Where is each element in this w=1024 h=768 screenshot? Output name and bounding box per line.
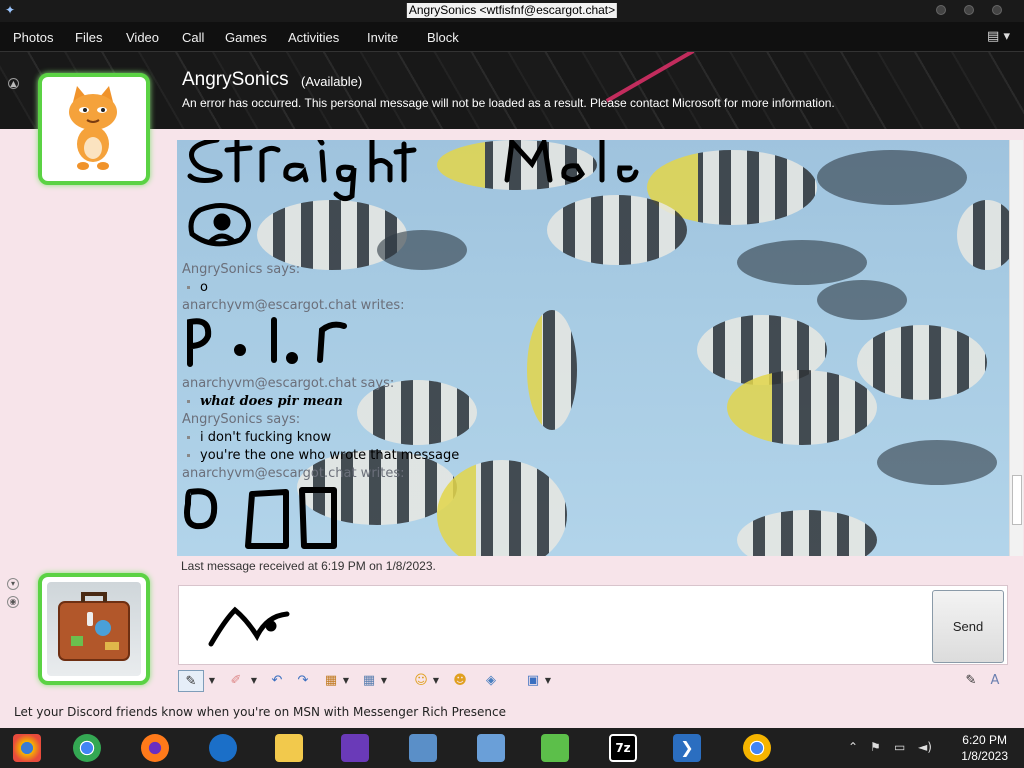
message-text: i don't fucking know: [200, 430, 332, 445]
scrollbar-thumb[interactable]: [1012, 475, 1022, 525]
message-text: o: [200, 280, 208, 295]
chrome-beta-icon[interactable]: [734, 730, 780, 766]
history-scrollbar[interactable]: [1009, 140, 1023, 556]
taskbar-clock[interactable]: 6:20 PM 1/8/2023: [961, 732, 1008, 764]
contact-status: (Available): [301, 74, 363, 89]
message-sender: AngrySonics says:: [182, 262, 301, 277]
wink-icon[interactable]: ☻: [448, 670, 472, 692]
share-dropdown[interactable]: ▼: [544, 670, 552, 692]
self-avatar[interactable]: [38, 573, 150, 685]
window-title: AngrySonics <wtfisfnf@escargot.chat>: [406, 3, 618, 18]
ink-handwriting-1: [187, 140, 639, 247]
message-sender: anarchyvm@escargot.chat writes:: [182, 298, 405, 313]
message-text: what does pir mean: [200, 394, 343, 409]
message-text: you're the one who wrote that message: [200, 448, 460, 463]
close-button[interactable]: [992, 5, 1002, 15]
menu-files[interactable]: Files: [75, 30, 102, 45]
ink-draft: [208, 606, 290, 647]
menu-video[interactable]: Video: [126, 30, 159, 45]
emoticon-icon[interactable]: ☺: [410, 670, 432, 692]
remote-desktop-icon[interactable]: [400, 730, 446, 766]
menu-games[interactable]: Games: [225, 30, 267, 45]
visual-studio-icon[interactable]: [332, 730, 378, 766]
webcam-icon[interactable]: ◉: [7, 596, 19, 608]
emoticon-dropdown[interactable]: ▼: [432, 670, 440, 692]
file-explorer-icon[interactable]: [266, 730, 312, 766]
text-mode-icon[interactable]: A: [984, 670, 1006, 692]
cat-avatar-image: [69, 86, 117, 170]
messenger-icon[interactable]: [532, 730, 578, 766]
network-icon[interactable]: [468, 730, 514, 766]
clock-time: 6:20 PM: [962, 733, 1007, 747]
network-tray-icon[interactable]: ▭: [894, 740, 905, 754]
title-bar: ✦ AngrySonics <wtfisfnf@escargot.chat>: [0, 0, 1024, 22]
msn-icon[interactable]: [200, 730, 246, 766]
powershell-icon[interactable]: ❯: [664, 730, 710, 766]
ink-handwriting-2: [187, 317, 347, 367]
ink-handwriting-3: [184, 487, 337, 549]
pen-dropdown[interactable]: ▼: [208, 670, 216, 692]
chrome-canary-icon[interactable]: [4, 730, 50, 766]
menu-bar: Photos Files Video Call Games Activities…: [0, 22, 1024, 52]
contact-name: AngrySonics: [182, 69, 289, 90]
message-sender: anarchyvm@escargot.chat says:: [182, 376, 395, 391]
last-message-status: Last message received at 6:19 PM on 1/8/…: [181, 559, 436, 573]
eraser-icon[interactable]: ✐: [224, 670, 248, 692]
message-sender: AngrySonics says:: [182, 412, 301, 427]
undo-icon[interactable]: ↶: [266, 670, 288, 692]
message-sender: anarchyvm@escargot.chat writes:: [182, 466, 405, 481]
clock-date: 1/8/2023: [961, 749, 1008, 763]
handwriting-pen-icon[interactable]: ✎: [178, 670, 204, 692]
firefox-icon[interactable]: [132, 730, 178, 766]
messenger-app-icon[interactable]: ✦: [3, 3, 17, 17]
compose-toolbar: ✎ ▼ ✐ ▼ ↶ ↷ ▦ ▼ ▦ ▼ ☺ ▼ ☻ ◈ ▣ ▼ ✎ A: [178, 667, 1008, 695]
menu-photos[interactable]: Photos: [13, 30, 53, 45]
taskbar: 7z ❯ ⌃ ⚑ ▭ ◄) 6:20 PM 1/8/2023: [0, 728, 1024, 768]
expand-toggle-icon[interactable]: ▾: [7, 578, 19, 590]
contact-avatar[interactable]: [38, 73, 150, 185]
chat-history[interactable]: AngrySonics says: o anarchyvm@escargot.c…: [177, 140, 1009, 556]
ink-mode-icon[interactable]: ✎: [960, 670, 982, 692]
menu-activities[interactable]: Activities: [288, 30, 339, 45]
message-compose-area[interactable]: [178, 585, 1008, 665]
color-dropdown[interactable]: ▼: [342, 670, 350, 692]
7zip-icon[interactable]: 7z: [600, 730, 646, 766]
send-button[interactable]: Send: [932, 590, 1004, 663]
contact-personal-message: An error has occurred. This personal mes…: [182, 96, 835, 110]
eraser-dropdown[interactable]: ▼: [250, 670, 258, 692]
promo-banner[interactable]: Let your Discord friends know when you'r…: [14, 705, 506, 719]
color-grid-icon[interactable]: ▦: [320, 670, 342, 692]
menu-block[interactable]: Block: [427, 30, 459, 45]
suitcase-avatar-image: [58, 592, 130, 661]
flag-icon[interactable]: ⚑: [870, 740, 881, 754]
collapse-toggle-icon[interactable]: ▲: [8, 78, 19, 89]
redo-icon[interactable]: ↷: [292, 670, 314, 692]
minimize-button[interactable]: [936, 5, 946, 15]
share-icon[interactable]: ▣: [522, 670, 544, 692]
chrome-icon[interactable]: [64, 730, 110, 766]
options-menu-icon[interactable]: ▤ ▾: [987, 29, 1010, 44]
menu-call[interactable]: Call: [182, 30, 204, 45]
tray-expand-icon[interactable]: ⌃: [848, 740, 858, 754]
menu-invite[interactable]: Invite: [367, 30, 398, 45]
background-dropdown[interactable]: ▼: [380, 670, 388, 692]
volume-icon[interactable]: ◄): [918, 740, 932, 754]
maximize-button[interactable]: [964, 5, 974, 15]
background-grid-icon[interactable]: ▦: [358, 670, 380, 692]
nudge-icon[interactable]: ◈: [480, 670, 502, 692]
contact-header: ▲ AngrySonics (Available) An error has o…: [0, 52, 1024, 129]
